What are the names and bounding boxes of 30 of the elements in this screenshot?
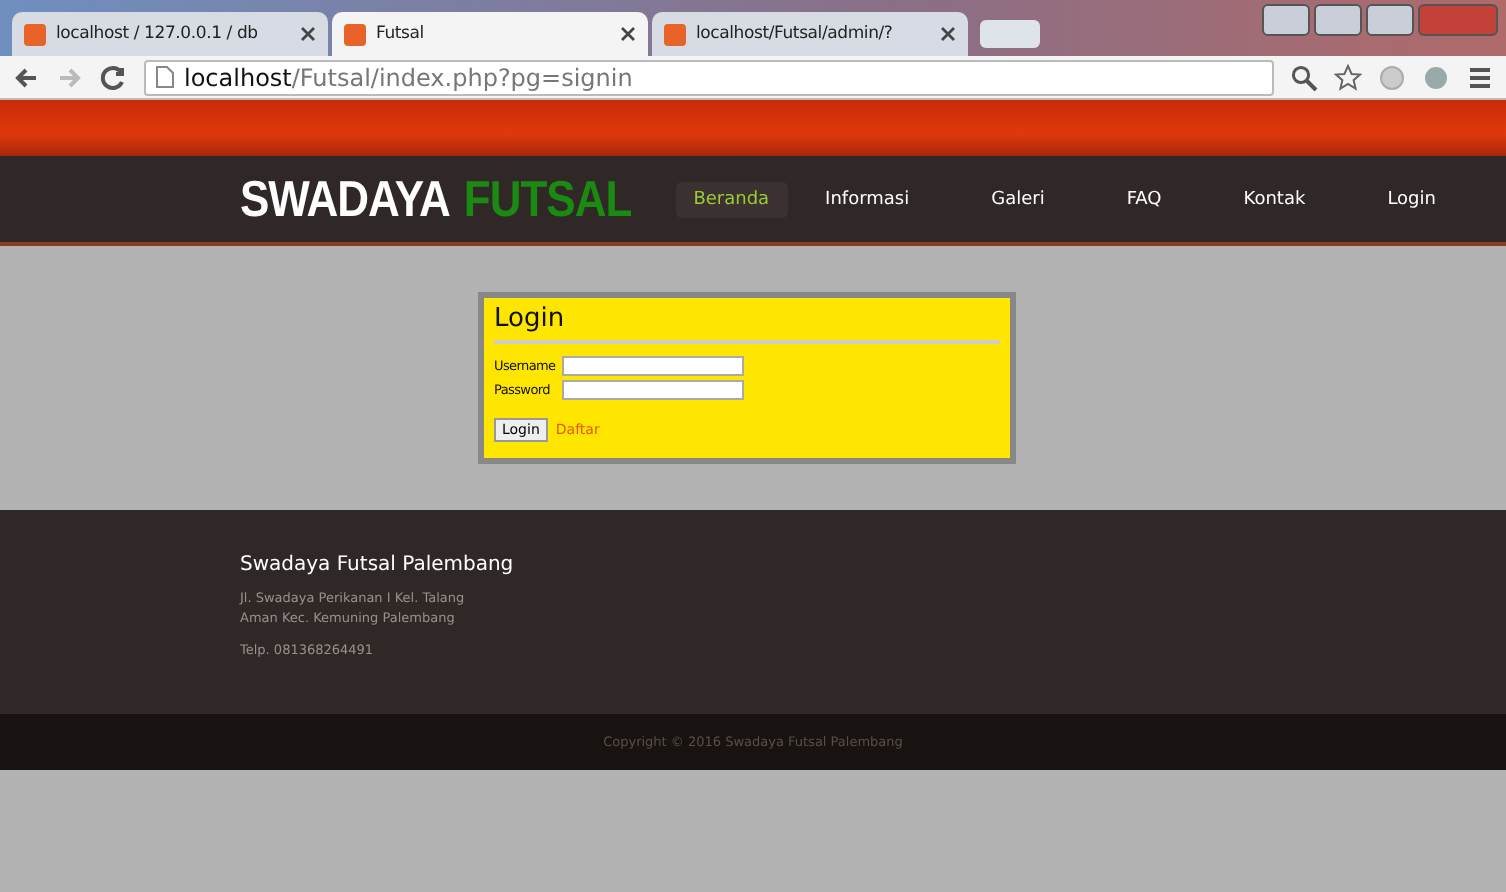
browser-tab[interactable]: Futsal (332, 12, 648, 56)
close-icon[interactable] (300, 26, 316, 42)
nav-link[interactable]: FAQ (1108, 181, 1180, 217)
zoom-icon[interactable] (1290, 63, 1318, 91)
site-logo[interactable]: SWADAYA FUTSAL (240, 169, 632, 229)
profile-button[interactable] (1262, 4, 1310, 36)
minimize-button[interactable] (1314, 4, 1362, 36)
page-icon (156, 66, 174, 88)
nav-link[interactable]: Kontak (1225, 181, 1324, 217)
browser-tab[interactable]: localhost / 127.0.0.1 / db (12, 12, 328, 56)
favicon-icon (24, 23, 46, 45)
maximize-button[interactable] (1366, 4, 1414, 36)
back-icon[interactable] (12, 63, 40, 91)
close-icon[interactable] (620, 26, 636, 42)
menu-icon[interactable] (1466, 63, 1494, 91)
address-field[interactable]: localhost/Futsal/index.php?pg=signin (144, 59, 1274, 95)
favicon-icon (344, 23, 366, 45)
footer-title: Swadaya Futsal Palembang (240, 554, 516, 576)
nav-link[interactable]: Informasi (807, 181, 928, 217)
close-icon[interactable] (940, 26, 956, 42)
star-icon[interactable] (1334, 63, 1362, 91)
favicon-icon (664, 23, 686, 45)
reload-icon[interactable] (100, 63, 128, 91)
nav-link[interactable]: Login (1369, 181, 1454, 217)
input-field[interactable] (562, 380, 744, 400)
browser-tab[interactable]: localhost/Futsal/admin/? (652, 12, 968, 56)
nav-link[interactable]: Beranda (675, 181, 788, 217)
login-title: Login (494, 304, 1000, 344)
input-field[interactable] (562, 356, 744, 376)
nav-link[interactable]: Galeri (973, 181, 1063, 217)
